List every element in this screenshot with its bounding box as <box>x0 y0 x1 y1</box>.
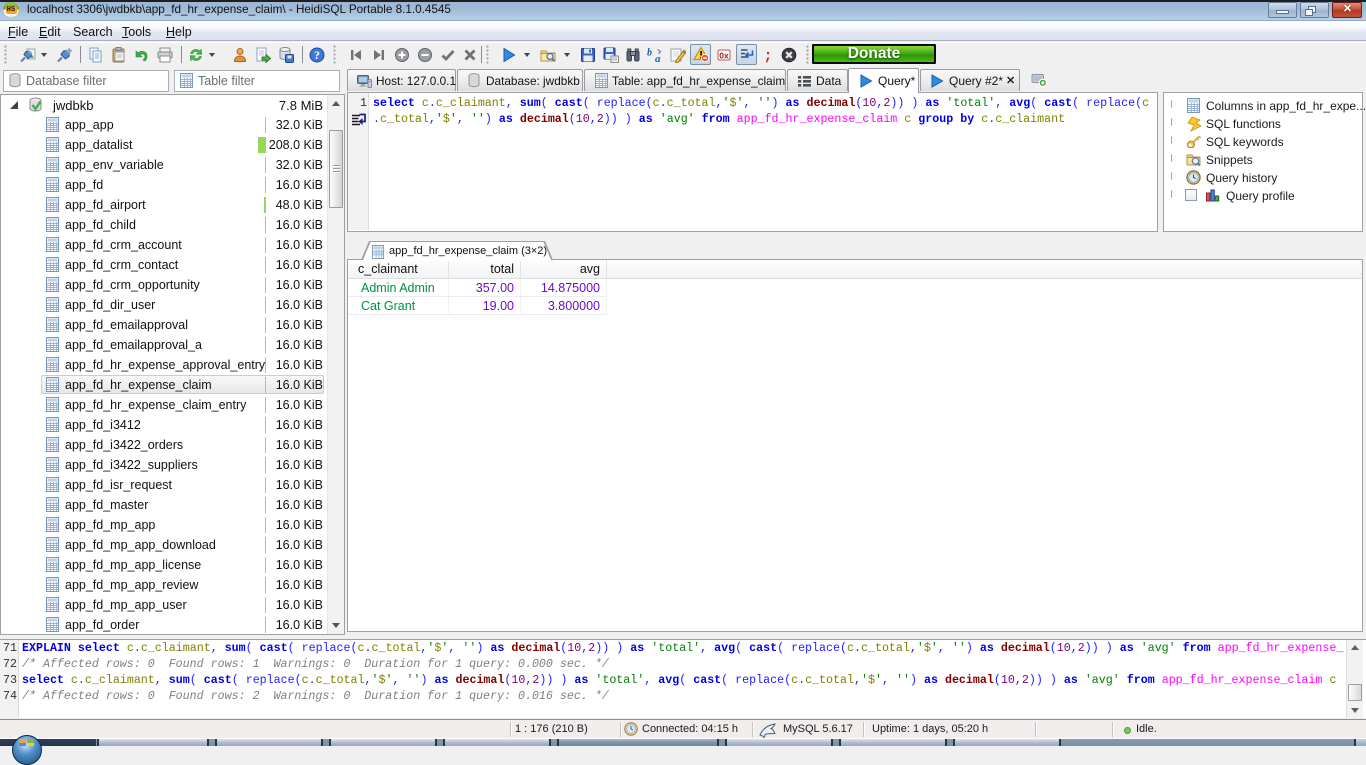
svg-text:?: ? <box>314 48 320 62</box>
svg-text:;: ; <box>763 48 772 63</box>
svg-text:b: b <box>647 48 652 59</box>
svg-text:0x: 0x <box>719 51 729 61</box>
svg-text:a: a <box>655 53 661 63</box>
